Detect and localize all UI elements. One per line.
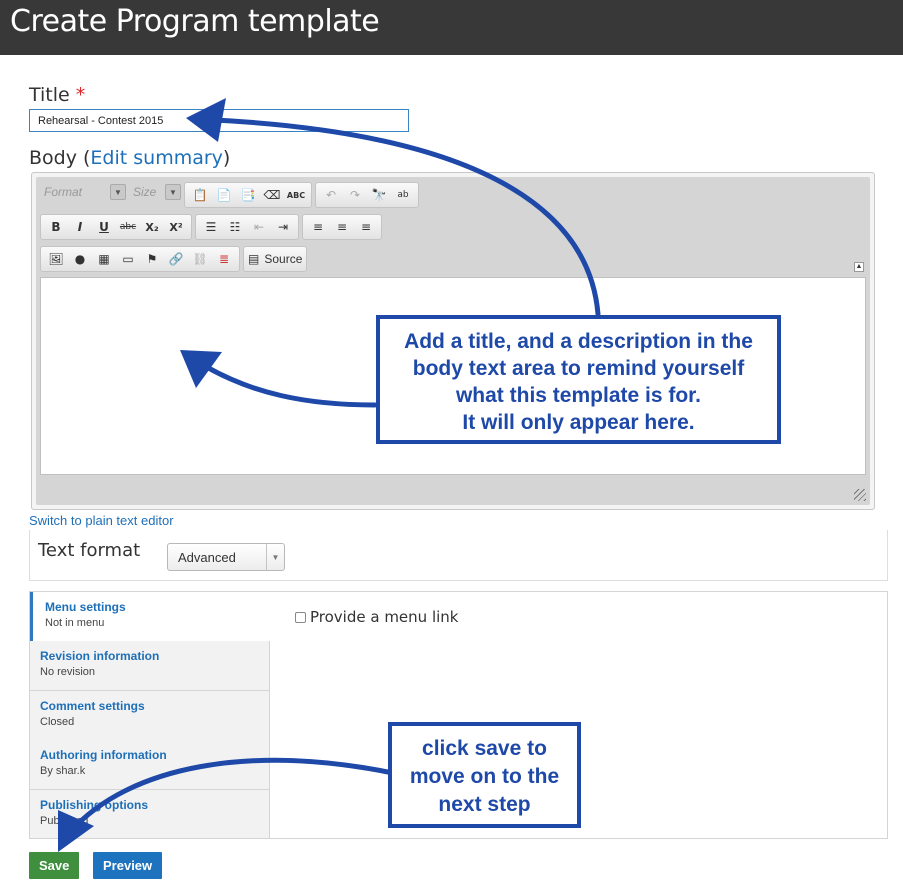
indent-icon[interactable]: ⇥ — [272, 217, 294, 237]
text-format-box: Text format Advanced ▼ — [29, 530, 888, 581]
underline-button[interactable]: U — [93, 217, 115, 237]
source-label: Source — [264, 252, 303, 266]
callout-line: Add a title, and a description in the — [404, 330, 753, 353]
horizontal-rule-icon[interactable]: ▭ — [117, 249, 139, 269]
link-icon[interactable]: 🔗 — [165, 249, 187, 269]
format-combo[interactable]: Format ▼ — [40, 182, 126, 202]
paste-word-icon[interactable]: 📑 — [237, 185, 259, 205]
text-style-group: B I U abc X₂ X² — [40, 214, 192, 240]
strikethrough-button[interactable]: abc — [117, 217, 139, 237]
tab-summary: Not in menu — [45, 617, 105, 629]
callout-line: move on to the — [409, 765, 560, 788]
bold-button[interactable]: B — [45, 217, 67, 237]
spellcheck-icon[interactable]: ABC — [285, 185, 307, 205]
replace-icon[interactable]: ab — [392, 185, 414, 205]
tab-title: Revision information — [40, 649, 160, 663]
superscript-button[interactable]: X² — [165, 217, 187, 237]
tab-summary: Closed — [40, 716, 75, 728]
italic-button[interactable]: I — [69, 217, 91, 237]
menu-link-checkbox[interactable] — [295, 611, 306, 623]
insert-group: 🖼 ● ▦ ▭ ⚑ 🔗 ⛓ ≣ — [40, 246, 240, 272]
save-annotation-callout: click save to move on to the next step — [388, 722, 581, 828]
text-format-value: Advanced — [178, 550, 236, 565]
menu-link-label: Provide a menu link — [310, 608, 459, 626]
page-break-icon[interactable]: ≣ — [213, 249, 235, 269]
body-label: Body (Edit summary) — [29, 147, 230, 169]
outdent-icon[interactable]: ⇤ — [248, 217, 270, 237]
edit-summary-link[interactable]: Edit summary — [90, 147, 223, 169]
paste-icon[interactable]: 📋 — [189, 185, 211, 205]
numbered-list-icon[interactable]: ☰ — [200, 217, 222, 237]
callout-line: click save to — [422, 737, 547, 760]
callout-line: next step — [438, 793, 531, 816]
align-right-icon[interactable]: ≡ — [355, 217, 377, 237]
preview-button[interactable]: Preview — [93, 852, 163, 879]
tab-title: Comment settings — [40, 699, 145, 713]
tab-title: Authoring information — [40, 748, 167, 762]
resize-grip-icon[interactable] — [854, 489, 866, 501]
table-icon[interactable]: ▦ — [93, 249, 115, 269]
toolbar-row-3: 🖼 ● ▦ ▭ ⚑ 🔗 ⛓ ≣ ▤ Source — [40, 246, 308, 272]
tab-title: Menu settings — [45, 600, 126, 614]
source-button[interactable]: ▤ Source — [243, 246, 308, 272]
undo-icon[interactable]: ↶ — [320, 185, 342, 205]
size-combo[interactable]: Size ▼ — [129, 182, 181, 202]
align-left-icon[interactable]: ≡ — [307, 217, 329, 237]
toolbar-row-1: Format ▼ Size ▼ 📋 📄 📑 ⌫ ABC ↶ ↷ 🔭 ab — [40, 182, 419, 208]
title-input[interactable] — [29, 109, 409, 132]
tab-summary: No revision — [40, 666, 96, 678]
collapse-toolbar-icon[interactable]: ▲ — [854, 262, 864, 272]
anchor-flag-icon[interactable]: ⚑ — [141, 249, 163, 269]
save-button[interactable]: Save — [29, 852, 80, 879]
page-title: Create Program template — [10, 4, 380, 39]
align-group: ≡ ≡ ≡ — [302, 214, 382, 240]
tab-summary: Published — [40, 815, 89, 827]
callout-line: It will only appear here. — [462, 411, 695, 434]
unlink-icon[interactable]: ⛓ — [189, 249, 211, 269]
title-label: Title * — [29, 84, 85, 106]
text-format-select[interactable]: Advanced ▼ — [167, 543, 285, 571]
tab-summary: By shar.k — [40, 765, 86, 777]
media-icon[interactable]: ● — [69, 249, 91, 269]
title-label-text: Title — [29, 84, 70, 106]
tab-revision-information[interactable]: Revision information No revision — [30, 641, 270, 691]
size-combo-label: Size — [133, 185, 157, 199]
chevron-down-icon: ▼ — [165, 184, 181, 200]
body-annotation-callout: Add a title, and a description in the bo… — [376, 315, 781, 444]
callout-line: what this template is for. — [455, 384, 702, 407]
page-header: Create Program template — [0, 0, 903, 55]
document-icon: ▤ — [248, 252, 260, 266]
clipboard-group: 📋 📄 📑 ⌫ ABC — [184, 182, 312, 208]
find-icon[interactable]: 🔭 — [368, 185, 390, 205]
redo-icon[interactable]: ↷ — [344, 185, 366, 205]
tab-menu-settings[interactable]: Menu settings Not in menu — [30, 592, 270, 642]
history-group: ↶ ↷ 🔭 ab — [315, 182, 419, 208]
bullet-list-icon[interactable]: ☷ — [224, 217, 246, 237]
required-marker: * — [75, 84, 86, 106]
menu-link-option[interactable]: Provide a menu link — [295, 608, 458, 626]
chevron-down-icon: ▼ — [110, 184, 126, 200]
subscript-button[interactable]: X₂ — [141, 217, 163, 237]
text-format-label: Text format — [38, 540, 141, 561]
callout-line: body text area to remind yourself — [412, 357, 745, 380]
switch-plain-text-link[interactable]: Switch to plain text editor — [29, 513, 174, 528]
format-combo-label: Format — [44, 185, 83, 199]
align-center-icon[interactable]: ≡ — [331, 217, 353, 237]
tab-title: Publishing options — [40, 798, 148, 812]
vertical-tab-list: Menu settings Not in menu Revision infor… — [30, 592, 270, 838]
chevron-down-icon: ▼ — [266, 544, 284, 570]
tab-publishing-options[interactable]: Publishing options Published — [30, 790, 270, 838]
body-label-text: Body ( — [29, 147, 91, 169]
list-group: ☰ ☷ ⇤ ⇥ — [195, 214, 299, 240]
tab-authoring-information[interactable]: Authoring information By shar.k — [30, 740, 270, 790]
image-icon[interactable]: 🖼 — [45, 249, 67, 269]
tab-comment-settings[interactable]: Comment settings Closed — [30, 691, 270, 741]
eraser-icon[interactable]: ⌫ — [261, 185, 283, 205]
body-label-close: ) — [222, 147, 231, 169]
toolbar-row-2: B I U abc X₂ X² ☰ ☷ ⇤ ⇥ ≡ ≡ ≡ — [40, 214, 382, 240]
paste-text-icon[interactable]: 📄 — [213, 185, 235, 205]
